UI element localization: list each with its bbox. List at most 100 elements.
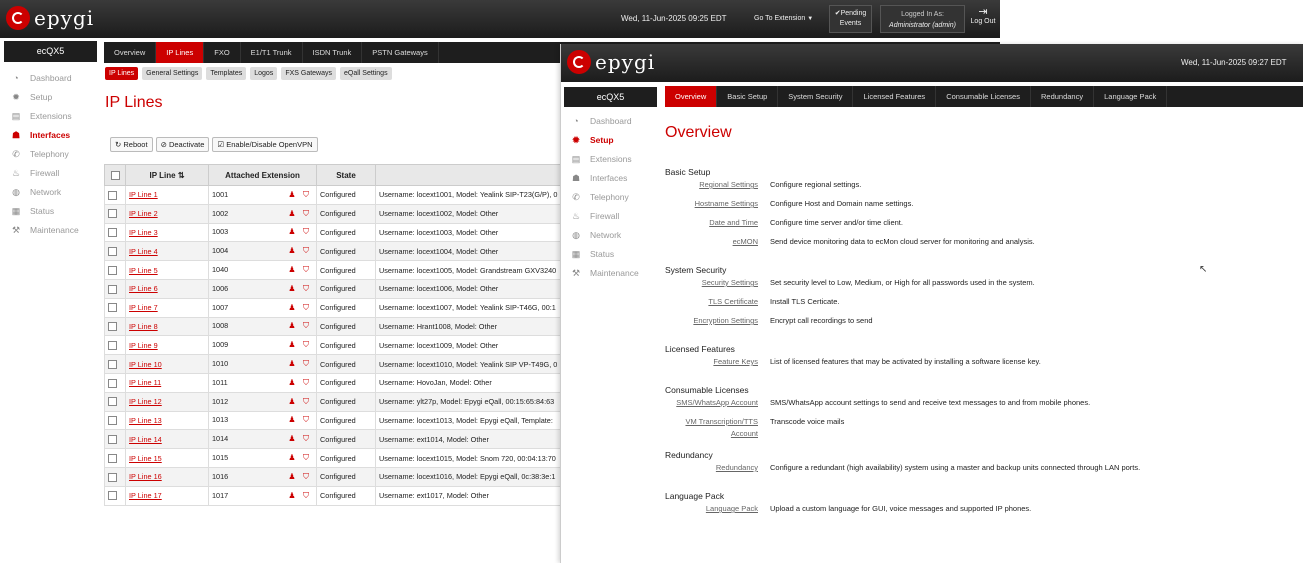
row-checkbox[interactable] <box>108 303 117 313</box>
user-icon[interactable]: ♟ <box>285 453 299 462</box>
row-checkbox[interactable] <box>108 435 117 445</box>
epygi-logo[interactable]: epygi <box>6 6 94 30</box>
row-checkbox[interactable] <box>108 247 117 257</box>
sidebar-item-status[interactable]: ▦ Status <box>570 244 639 263</box>
shield-icon[interactable]: ⛉ <box>299 415 313 425</box>
user-icon[interactable]: ♟ <box>285 340 299 349</box>
ip-line-link[interactable]: IP Line 2 <box>129 209 158 218</box>
deactivate-button[interactable]: ⊘ Deactivate <box>155 137 210 152</box>
sort-icon[interactable]: ⇅ <box>178 171 185 180</box>
tab-basic-setup[interactable]: Basic Setup <box>717 86 779 107</box>
tab-overview[interactable]: Overview <box>665 86 718 107</box>
sidebar-item-firewall[interactable]: ♨ Firewall <box>10 163 79 182</box>
tab-licensed-features[interactable]: Licensed Features <box>853 86 937 107</box>
ip-line-link[interactable]: IP Line 15 <box>129 454 162 463</box>
row-select-cell[interactable] <box>104 354 126 374</box>
ip-line-link[interactable]: IP Line 4 <box>129 247 158 256</box>
shield-icon[interactable]: ⛉ <box>299 434 313 444</box>
row-checkbox[interactable] <box>108 453 117 463</box>
user-icon[interactable]: ♟ <box>285 246 299 255</box>
reboot-button[interactable]: ↻ Reboot <box>110 137 153 152</box>
ip-line-link[interactable]: IP Line 14 <box>129 435 162 444</box>
row-select-cell[interactable] <box>104 429 126 450</box>
user-icon[interactable]: ♟ <box>285 415 299 424</box>
ip-line-link[interactable]: IP Line 7 <box>129 303 158 312</box>
select-all-checkbox[interactable] <box>110 170 120 180</box>
user-icon[interactable]: ♟ <box>285 491 299 500</box>
row-select-cell[interactable] <box>104 222 126 243</box>
subtab-logos[interactable]: Logos <box>250 67 278 80</box>
row-checkbox[interactable] <box>108 190 117 200</box>
shield-icon[interactable]: ⛉ <box>299 303 313 313</box>
overview-link[interactable]: Language Pack <box>665 503 770 515</box>
user-icon[interactable]: ♟ <box>285 321 299 330</box>
row-checkbox[interactable] <box>108 359 117 369</box>
shield-icon[interactable]: ⛉ <box>299 397 313 407</box>
tab-ip-lines[interactable]: IP Lines <box>156 42 205 63</box>
ip-line-link[interactable]: IP Line 12 <box>129 397 162 406</box>
row-select-cell[interactable] <box>104 185 126 205</box>
sidebar-item-network[interactable]: ◍ Network <box>570 225 639 244</box>
ip-line-link[interactable]: IP Line 8 <box>129 322 158 331</box>
sidebar-item-firewall[interactable]: ♨ Firewall <box>570 206 639 225</box>
epygi-logo[interactable]: epygi <box>567 50 655 74</box>
user-icon[interactable]: ♟ <box>285 378 299 387</box>
user-icon[interactable]: ♟ <box>285 227 299 236</box>
row-checkbox[interactable] <box>108 265 117 275</box>
tab-redundancy[interactable]: Redundancy <box>1031 86 1095 107</box>
row-checkbox[interactable] <box>108 228 117 238</box>
user-icon[interactable]: ♟ <box>285 209 299 218</box>
user-icon[interactable]: ♟ <box>285 303 299 312</box>
ip-line-link[interactable]: IP Line 5 <box>129 266 158 275</box>
row-select-cell[interactable] <box>104 316 126 337</box>
tab-e1-t1-trunk[interactable]: E1/T1 Trunk <box>241 42 303 63</box>
overview-link[interactable]: TLS Certificate <box>665 296 770 308</box>
openvpn-button[interactable]: ☑ Enable/Disable OpenVPN <box>212 137 318 152</box>
overview-link[interactable]: Redundancy <box>665 462 770 474</box>
shield-icon[interactable]: ⛉ <box>299 491 313 501</box>
row-checkbox[interactable] <box>108 322 117 332</box>
tab-fxo[interactable]: FXO <box>204 42 241 63</box>
overview-link[interactable]: Encryption Settings <box>665 315 770 327</box>
sidebar-item-setup[interactable]: ✹ Setup <box>10 87 79 106</box>
ip-line-link[interactable]: IP Line 3 <box>129 228 158 237</box>
user-icon[interactable]: ♟ <box>285 284 299 293</box>
sidebar-item-extensions[interactable]: ▤ Extensions <box>10 106 79 125</box>
ip-line-link[interactable]: IP Line 13 <box>129 416 162 425</box>
overview-link[interactable]: Feature Keys <box>665 356 770 368</box>
ip-line-link[interactable]: IP Line 9 <box>129 341 158 350</box>
row-checkbox[interactable] <box>108 209 117 219</box>
subtab-general-settings[interactable]: General Settings <box>142 67 203 80</box>
shield-icon[interactable]: ⛉ <box>299 284 313 294</box>
user-icon[interactable]: ♟ <box>285 359 299 368</box>
sidebar-item-maintenance[interactable]: ⚒ Maintenance <box>570 263 639 282</box>
goto-extension-dropdown[interactable]: Go To Extension ▼ <box>754 15 813 22</box>
sidebar-item-telephony[interactable]: ✆ Telephony <box>570 187 639 206</box>
row-checkbox[interactable] <box>108 472 117 482</box>
ip-line-link[interactable]: IP Line 16 <box>129 472 162 481</box>
ip-line-link[interactable]: IP Line 11 <box>129 378 161 387</box>
tab-system-security[interactable]: System Security <box>778 86 854 107</box>
row-select-cell[interactable] <box>104 391 126 412</box>
pending-events-button[interactable]: ✔Pending Events <box>829 5 872 33</box>
sidebar-item-dashboard[interactable]: ◔ Dashboard <box>570 111 639 130</box>
shield-icon[interactable]: ⛉ <box>299 340 313 350</box>
ip-line-link[interactable]: IP Line 10 <box>129 360 162 369</box>
sidebar-item-dashboard[interactable]: ◔ Dashboard <box>10 68 79 87</box>
user-icon[interactable]: ♟ <box>285 397 299 406</box>
tab-pstn-gateways[interactable]: PSTN Gateways <box>362 42 439 63</box>
overview-link[interactable]: Hostname Settings <box>665 198 770 210</box>
sidebar-item-setup[interactable]: ✹ Setup <box>570 130 639 149</box>
shield-icon[interactable]: ⛉ <box>299 209 313 219</box>
shield-icon[interactable]: ⛉ <box>299 359 313 369</box>
user-icon[interactable]: ♟ <box>285 190 299 199</box>
row-checkbox[interactable] <box>108 397 117 407</box>
subtab-fxs-gateways[interactable]: FXS Gateways <box>281 67 336 80</box>
row-checkbox[interactable] <box>108 416 117 426</box>
row-select-cell[interactable] <box>104 260 126 280</box>
overview-link[interactable]: SMS/WhatsApp Account <box>665 397 770 409</box>
user-icon[interactable]: ♟ <box>285 434 299 443</box>
sidebar-item-interfaces[interactable]: ☗ Interfaces <box>570 168 639 187</box>
overview-link[interactable]: Date and Time <box>665 217 770 229</box>
row-select-cell[interactable] <box>104 203 126 224</box>
